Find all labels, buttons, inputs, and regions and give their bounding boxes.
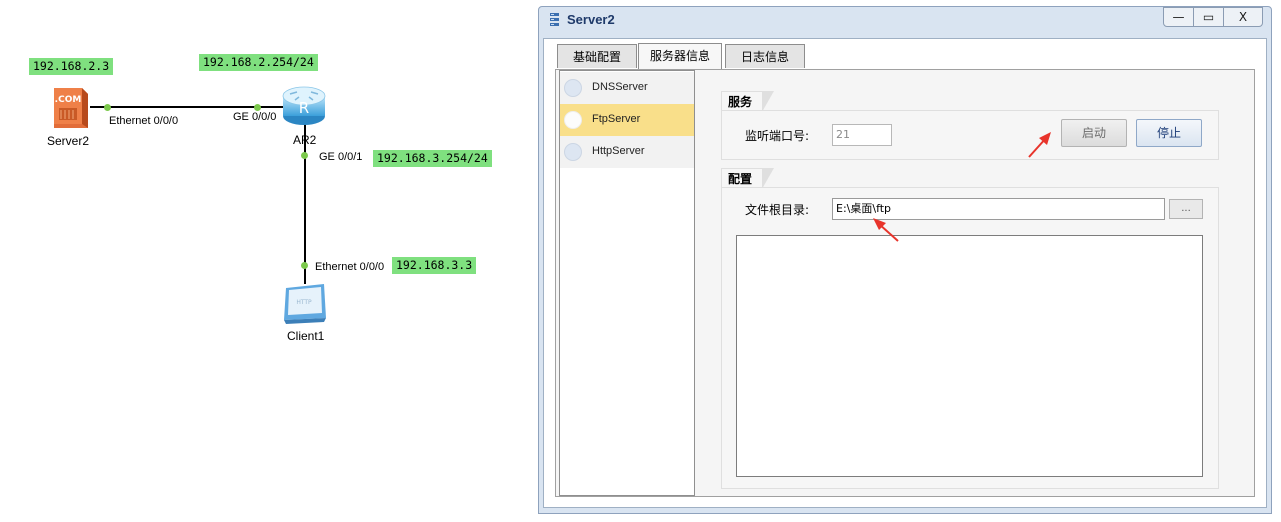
arrow-icon [1028, 132, 1051, 158]
service-status-icon [564, 111, 582, 129]
window-client-area: 基础配置 服务器信息 日志信息 DNSServer FtpServer Http… [543, 38, 1267, 508]
service-list: DNSServer FtpServer HttpServer [559, 70, 695, 496]
port-server2-eth000[interactable] [104, 104, 111, 111]
server-app-icon [550, 13, 559, 26]
ip-label-server2: 192.168.2.3 [29, 58, 114, 75]
svg-text:R: R [299, 99, 309, 117]
service-status-icon [564, 143, 582, 161]
svg-text:HTTP: HTTP [296, 299, 312, 306]
server2-window: Server2 — ▭ X 基础配置 服务器信息 日志信息 DNSServer … [538, 6, 1272, 514]
router-icon[interactable]: R [281, 82, 327, 128]
service-item-ftp[interactable]: FtpServer [560, 104, 694, 136]
arrow-icon [873, 218, 899, 242]
service-item-label: DNSServer [592, 81, 648, 93]
window-title: Server2 [567, 12, 615, 27]
ip-label-ar2-ge000: 192.168.2.254/24 [199, 54, 318, 71]
link-ar2-client1[interactable] [304, 124, 306, 284]
file-list-area[interactable] [736, 235, 1203, 477]
device-label-client1: Client1 [287, 329, 325, 343]
device-label-ar2: AR2 [293, 133, 317, 147]
topology-canvas[interactable]: .COM R HTTP 192.168.2.3 192.168.2.254/24… [0, 0, 535, 522]
service-group: 监听端口号: 21 启动 停止 [721, 110, 1219, 160]
svg-text:.COM: .COM [55, 95, 82, 105]
service-item-label: FtpServer [592, 113, 641, 125]
title-bar[interactable]: Server2 — ▭ X [539, 7, 1271, 33]
maximize-button[interactable]: ▭ [1193, 7, 1224, 27]
port-ar2-ge000[interactable] [254, 104, 261, 111]
port-label: 监听端口号: [745, 129, 810, 143]
interface-label-server2: Ethernet 0/0/0 [109, 115, 179, 127]
port-ar2-ge001[interactable] [301, 152, 308, 159]
tab-server-info[interactable]: 服务器信息 [638, 43, 722, 69]
server-info-page: DNSServer FtpServer HttpServer 服务 监听端口号:… [555, 69, 1255, 497]
ip-label-client1: 192.168.3.3 [392, 257, 477, 274]
tab-basic-config[interactable]: 基础配置 [557, 44, 637, 68]
start-button[interactable]: 启动 [1061, 119, 1127, 147]
close-button[interactable]: X [1223, 7, 1263, 27]
config-group: 文件根目录: E:\桌面\ftp ... [721, 187, 1219, 489]
browse-button[interactable]: ... [1169, 199, 1203, 219]
config-group-title: 配置 [721, 168, 774, 189]
interface-label-ar2-ge000: GE 0/0/0 [233, 111, 277, 123]
service-item-http[interactable]: HttpServer [560, 136, 694, 168]
port-client1-eth000[interactable] [301, 262, 308, 269]
service-status-icon [564, 79, 582, 97]
interface-label-ar2-ge001: GE 0/0/1 [319, 151, 363, 163]
tab-log-info[interactable]: 日志信息 [725, 44, 805, 68]
interface-label-client1: Ethernet 0/0/0 [315, 261, 385, 273]
service-item-dns[interactable]: DNSServer [560, 72, 694, 104]
server-icon[interactable]: .COM [48, 84, 92, 130]
service-item-label: HttpServer [592, 145, 645, 157]
client-icon[interactable]: HTTP [280, 282, 330, 324]
minimize-button[interactable]: — [1163, 7, 1194, 27]
port-input[interactable]: 21 [832, 124, 892, 146]
service-group-title: 服务 [721, 91, 774, 112]
root-dir-label: 文件根目录: [745, 203, 810, 217]
stop-button[interactable]: 停止 [1136, 119, 1202, 147]
ip-label-ar2-ge001: 192.168.3.254/24 [373, 150, 492, 167]
device-label-server2: Server2 [47, 134, 90, 148]
